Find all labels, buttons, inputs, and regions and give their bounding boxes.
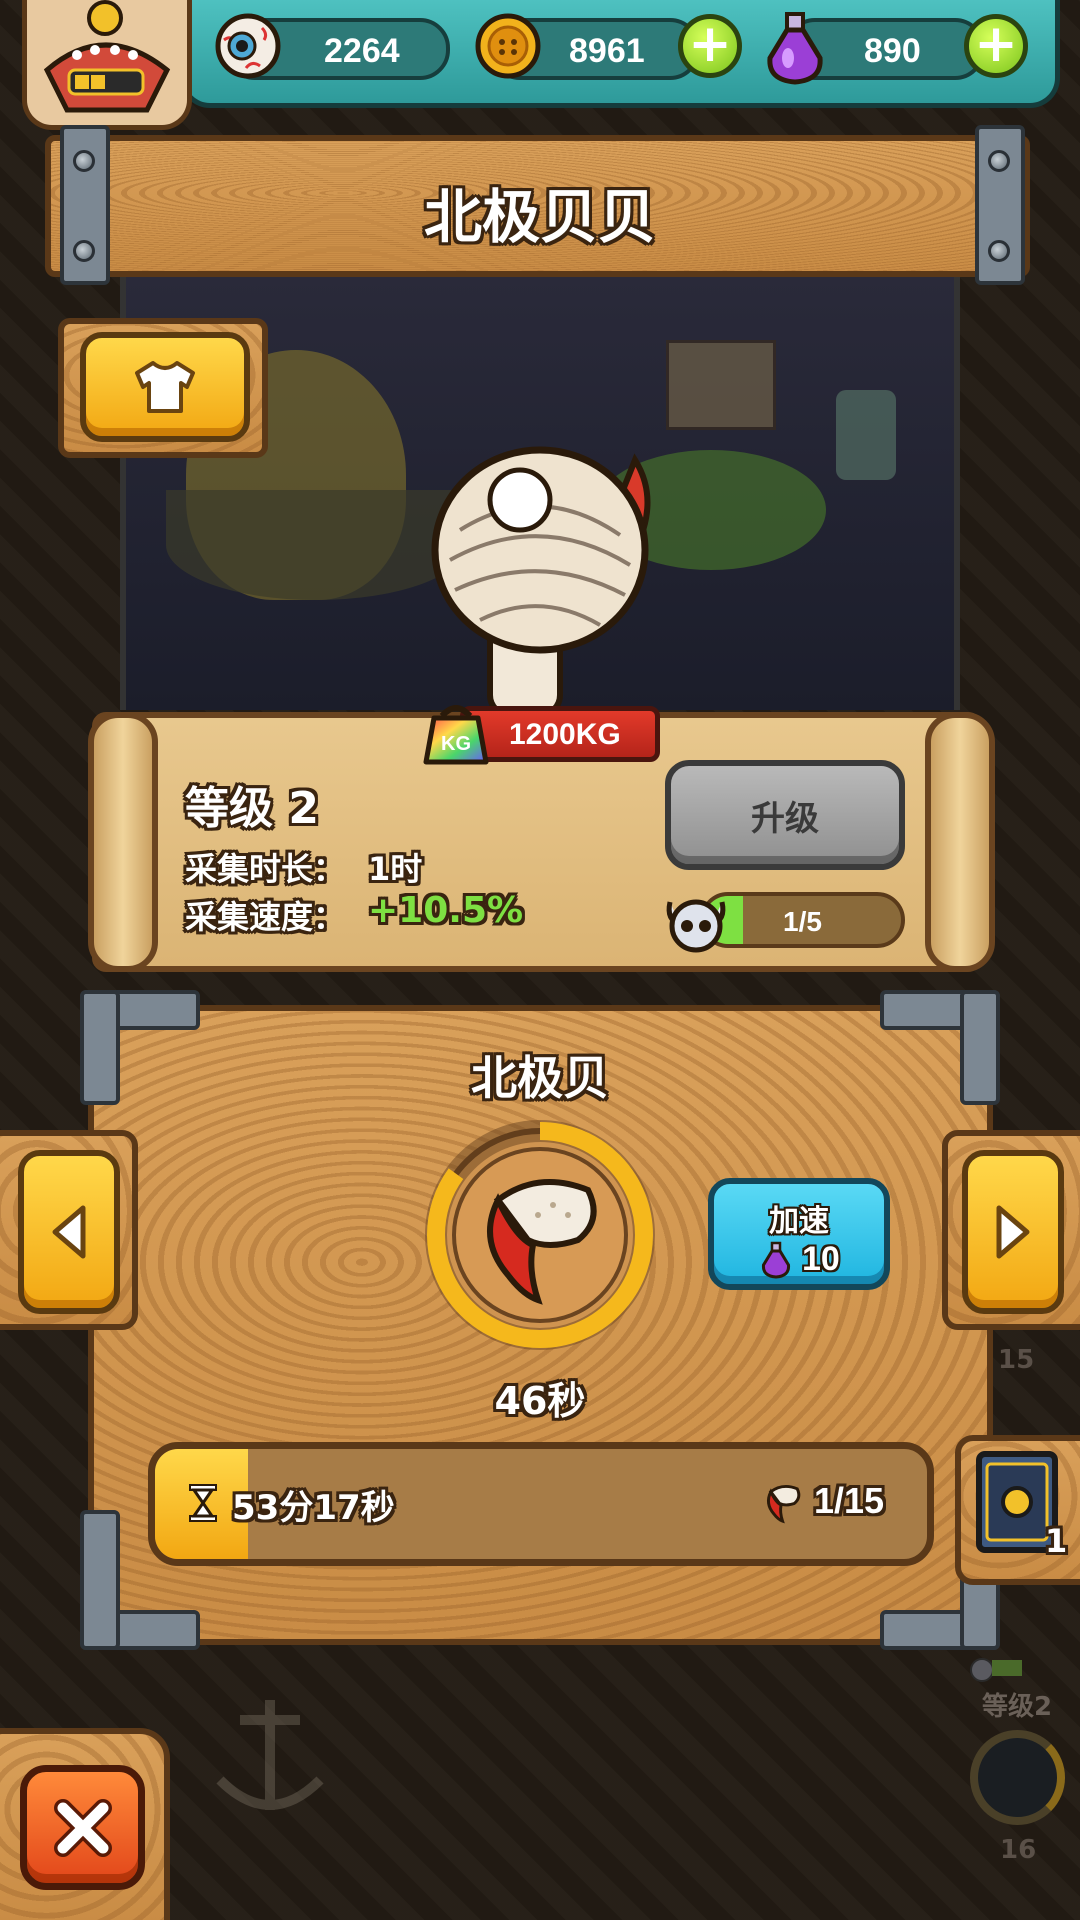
speed-label: 采集速度： xyxy=(185,898,346,936)
shirt-icon xyxy=(135,361,195,413)
upgrade-button[interactable]: 升级 xyxy=(665,760,905,870)
weight-value: 1200KG xyxy=(509,718,621,751)
page-title: 北极贝贝 xyxy=(423,183,656,251)
anchor-decoration xyxy=(200,1690,340,1830)
potion-icon xyxy=(760,8,830,88)
avatar-badge[interactable] xyxy=(22,0,192,130)
level-label: 等级 2 xyxy=(185,783,319,834)
claw-meat-icon xyxy=(468,1160,618,1310)
speed-up-label: 加速 xyxy=(769,1204,829,1239)
bolt xyxy=(73,150,95,172)
claw-meat-icon xyxy=(762,1480,806,1524)
eyeball-icon xyxy=(212,10,284,82)
eyeball-count: 2264 xyxy=(324,32,400,70)
book-count: 1 xyxy=(1045,1522,1068,1560)
scene-jar xyxy=(836,390,896,480)
plus-icon: + xyxy=(974,14,1018,74)
collect-count: 1/15 xyxy=(814,1480,885,1521)
close-icon xyxy=(53,1798,112,1857)
speed-up-cost: 10 xyxy=(802,1240,840,1278)
svg-text:KG: KG xyxy=(441,733,471,755)
scene-sign xyxy=(666,340,776,430)
speed-value: +10.5% xyxy=(368,890,524,931)
panel-bracket-bl-v xyxy=(80,1510,120,1650)
potion-count: 890 xyxy=(864,32,921,70)
side-mini-bar xyxy=(992,1660,1022,1676)
collect-timer: 46秒 xyxy=(494,1379,586,1423)
side-ring xyxy=(970,1730,1065,1825)
arrow-right-icon xyxy=(996,1205,1030,1259)
kg-weight-icon: KG xyxy=(420,698,492,770)
clam-icon xyxy=(431,446,651,718)
next-button[interactable] xyxy=(962,1150,1064,1314)
plus-icon: + xyxy=(688,14,732,74)
outfit-button[interactable] xyxy=(80,332,250,442)
monster-avatar-icon xyxy=(43,0,171,113)
horned-skull-icon xyxy=(660,884,732,956)
potion-icon xyxy=(761,1241,791,1279)
arrow-left-icon xyxy=(52,1205,86,1259)
side-number-top: 15 xyxy=(998,1345,1035,1375)
duration-label: 采集时长： xyxy=(185,850,346,888)
hourglass-icon xyxy=(188,1483,218,1523)
coin-icon xyxy=(472,10,544,82)
side-number-bottom: 16 xyxy=(1000,1835,1037,1865)
duration-value: 1时 xyxy=(368,850,423,888)
side-mini-skull-icon xyxy=(970,1658,994,1682)
upgrade-label: 升级 xyxy=(751,798,819,839)
speed-up-button[interactable]: 加速 10 xyxy=(708,1178,890,1290)
coin-count: 8961 xyxy=(569,32,645,70)
prev-button[interactable] xyxy=(18,1150,120,1314)
total-time: 53分17秒 xyxy=(232,1488,395,1528)
add-potion-button[interactable]: + xyxy=(964,14,1028,78)
scroll-roll-left xyxy=(88,712,158,972)
bolt xyxy=(988,150,1010,172)
side-level-label: 等级2 xyxy=(982,1692,1053,1722)
pet-clam[interactable] xyxy=(410,440,670,720)
add-coin-button[interactable]: + xyxy=(678,14,742,78)
scroll-roll-right xyxy=(925,712,995,972)
collect-title: 北极贝 xyxy=(471,1051,609,1105)
upgrade-progress-text: 1/5 xyxy=(783,906,822,937)
close-button[interactable] xyxy=(20,1765,145,1890)
